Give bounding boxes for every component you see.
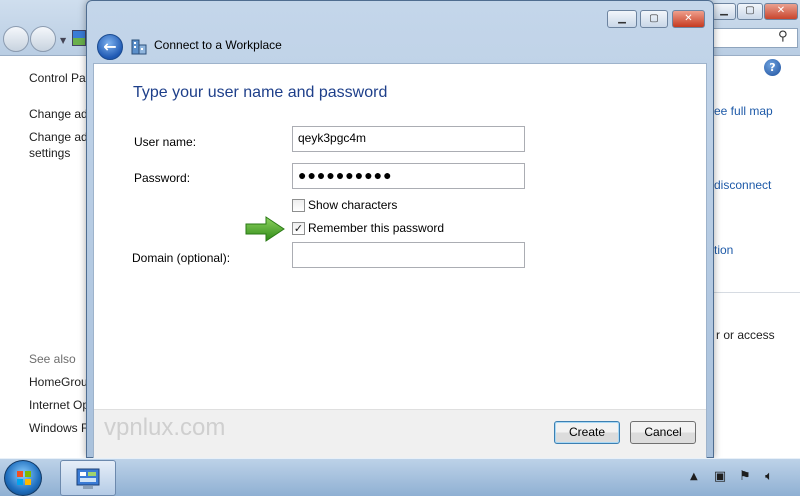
taskbar: ▲ ▣ ⚑ 🔈︎	[0, 458, 800, 496]
dialog-title: Connect to a Workplace	[154, 38, 282, 52]
history-dropdown-icon[interactable]: ▼	[60, 36, 68, 45]
username-label: User name:	[134, 135, 197, 149]
see-also-homegroup[interactable]: HomeGrou	[29, 375, 88, 389]
username-field[interactable]: qeyk3pgc4m	[292, 126, 525, 152]
network-tray-icon[interactable]: ▣	[712, 469, 728, 485]
search-icon[interactable]: ⚲	[778, 29, 788, 44]
show-hidden-icons-icon[interactable]: ▲	[690, 471, 698, 482]
dialog-content: Type your user name and password User na…	[93, 63, 707, 459]
see-also-heading: See also	[29, 352, 76, 366]
password-label: Password:	[134, 171, 191, 185]
back-nav-button[interactable]	[3, 26, 29, 52]
nav-link-change-advanced[interactable]: Change ad	[29, 130, 88, 144]
domain-label: Domain (optional):	[132, 251, 231, 265]
see-full-map-link[interactable]: ee full map	[714, 104, 773, 118]
maximize-button[interactable]: ▢	[737, 3, 763, 20]
domain-field[interactable]	[292, 242, 525, 268]
forward-nav-button[interactable]	[30, 26, 56, 52]
remember-password-label[interactable]: Remember this password	[308, 221, 444, 235]
control-panel-icon	[76, 468, 100, 489]
watermark: vpnlux.com	[104, 414, 226, 441]
nav-link-control-panel-home[interactable]: Control Pa	[29, 71, 86, 85]
see-also-internet-options[interactable]: Internet Op	[29, 398, 89, 412]
connection-link[interactable]: tion	[714, 243, 733, 257]
taskbar-control-panel-button[interactable]	[60, 460, 116, 496]
dialog-minimize-button[interactable]: ▁	[607, 10, 637, 28]
cancel-button[interactable]: Cancel	[630, 421, 696, 444]
back-arrow-icon[interactable]: ←	[97, 34, 123, 60]
dialog-footer: vpnlux.com Create Cancel	[94, 409, 706, 458]
minimize-button[interactable]: ▁	[712, 3, 736, 20]
connect-workplace-dialog: ▁ ▢ ✕ ← Connect to a Workplace Type your…	[86, 0, 714, 459]
see-also-windows-firewall[interactable]: Windows F	[29, 421, 88, 435]
create-button[interactable]: Create	[554, 421, 620, 444]
network-workplace-icon	[131, 39, 147, 55]
connect-disconnect-link[interactable]: disconnect	[714, 178, 771, 192]
show-characters-label[interactable]: Show characters	[308, 198, 397, 212]
access-text: r or access	[716, 328, 775, 342]
volume-tray-icon[interactable]: 🔈︎	[761, 469, 777, 485]
start-button[interactable]	[4, 460, 42, 496]
action-center-tray-icon[interactable]: ⚑	[737, 469, 753, 485]
remember-password-checkbox[interactable]: ✓	[292, 222, 305, 235]
password-field[interactable]: ●●●●●●●●●●	[292, 163, 525, 189]
green-arrow-icon	[245, 216, 285, 242]
close-button[interactable]: ✕	[764, 3, 798, 20]
dialog-maximize-button[interactable]: ▢	[640, 10, 668, 28]
page-heading: Type your user name and password	[133, 84, 388, 101]
control-panel-icon	[72, 30, 86, 46]
show-characters-checkbox[interactable]	[292, 199, 305, 212]
nav-link-settings[interactable]: settings	[29, 146, 70, 160]
windows-start-icon	[17, 471, 31, 485]
help-icon[interactable]: ?	[764, 59, 781, 76]
right-pane-divider	[714, 292, 800, 293]
nav-link-change-adapter[interactable]: Change ad	[29, 107, 88, 121]
dialog-close-button[interactable]: ✕	[672, 10, 705, 28]
